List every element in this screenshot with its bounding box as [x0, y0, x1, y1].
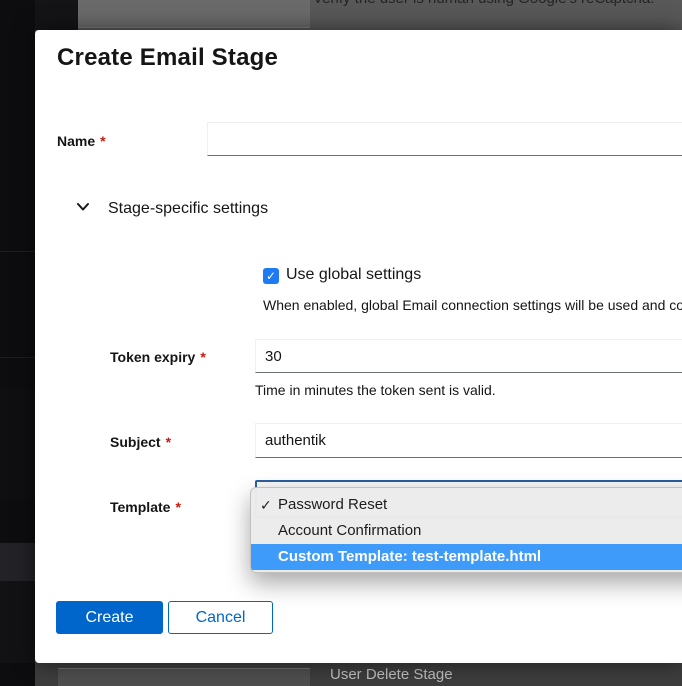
- create-email-stage-modal: Create Email Stage Name * Stage-specific …: [35, 30, 682, 663]
- modal-title: Create Email Stage: [57, 44, 278, 72]
- background-sidebar: [28, 0, 78, 30]
- background-row-description: Verify the user is human using Google's …: [313, 0, 654, 7]
- background-table-cell: [58, 668, 310, 686]
- menu-item-account-confirmation[interactable]: Account Confirmation: [251, 518, 682, 544]
- required-asterisk: *: [200, 349, 205, 365]
- sidebar-divider: [0, 251, 35, 252]
- background-page-bottom: User Delete Stage: [0, 663, 682, 686]
- use-global-settings-help: When enabled, global Email connection se…: [263, 297, 682, 313]
- menu-item-custom-template[interactable]: Custom Template: test-template.html: [251, 544, 682, 570]
- token-expiry-field-label: Token expiry *: [110, 349, 206, 367]
- menu-item-password-reset[interactable]: ✓ Password Reset: [251, 492, 682, 518]
- selected-check-icon: ✓: [260, 492, 272, 518]
- token-expiry-label-text: Token expiry: [110, 349, 195, 365]
- create-button[interactable]: Create: [56, 601, 163, 634]
- menu-item-label: Custom Template: test-template.html: [278, 548, 541, 565]
- subject-field-label: Subject *: [110, 434, 171, 452]
- name-label-text: Name: [57, 133, 95, 149]
- sidebar-section: [0, 581, 35, 663]
- name-input[interactable]: [207, 122, 682, 156]
- name-field-label: Name *: [57, 133, 106, 151]
- template-label-text: Template: [110, 499, 170, 515]
- menu-item-label: Account Confirmation: [278, 522, 421, 539]
- menu-item-label: Password Reset: [278, 496, 387, 513]
- section-toggle-stage-specific-settings[interactable]: Stage-specific settings: [108, 200, 268, 218]
- cancel-button[interactable]: Cancel: [168, 601, 273, 634]
- checkbox-check-icon: ✓: [266, 269, 276, 283]
- sidebar-section: [0, 388, 35, 500]
- background-sidebar: [0, 663, 35, 686]
- token-expiry-input[interactable]: [255, 339, 682, 373]
- background-page-top: Verify the user is human using Google's …: [0, 0, 682, 30]
- template-dropdown-menu: ✓ Password Reset Account Confirmation Cu…: [250, 487, 682, 573]
- use-global-settings-label[interactable]: Use global settings: [286, 266, 421, 284]
- app-sidebar: [0, 0, 35, 686]
- required-asterisk: *: [166, 434, 171, 450]
- subject-input[interactable]: [255, 423, 682, 458]
- use-global-settings-checkbox[interactable]: ✓: [263, 268, 279, 284]
- subject-label-text: Subject: [110, 434, 161, 450]
- sidebar-divider: [0, 357, 35, 358]
- token-expiry-help: Time in minutes the token sent is valid.: [255, 382, 496, 398]
- background-table-cell: [78, 0, 310, 28]
- sidebar-item-highlight: [0, 543, 35, 581]
- background-row-label: User Delete Stage: [330, 666, 453, 683]
- required-asterisk: *: [175, 499, 180, 515]
- chevron-down-icon[interactable]: [76, 202, 90, 212]
- required-asterisk: *: [100, 133, 105, 149]
- template-field-label: Template *: [110, 499, 181, 517]
